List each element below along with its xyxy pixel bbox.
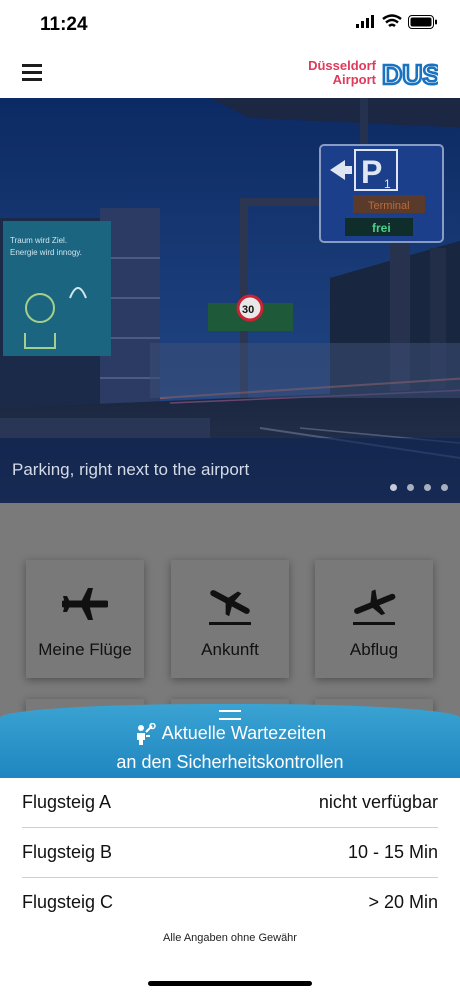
airplane-icon xyxy=(60,588,110,620)
arrival-icon xyxy=(209,590,251,625)
page-dot[interactable] xyxy=(407,484,414,491)
hero-carousel[interactable]: Traum wird Ziel. Energie wird innogy. P … xyxy=(0,98,460,503)
airport-logo: Düsseldorf Airport DUS xyxy=(308,58,438,88)
app-header: Düsseldorf Airport DUS xyxy=(0,48,460,99)
logo-line-2: Airport xyxy=(332,72,376,87)
gate-name: Flugsteig C xyxy=(22,892,114,912)
svg-text:Energie wird innogy.: Energie wird innogy. xyxy=(10,248,82,257)
wait-times-list: Flugsteig A nicht verfügbar Flugsteig B … xyxy=(0,778,460,927)
wait-times-title-line-1: Aktuelle Wartezeiten xyxy=(161,723,327,743)
wait-time-value: > 20 Min xyxy=(368,892,438,912)
drag-handle[interactable] xyxy=(219,710,241,720)
gate-name: Flugsteig B xyxy=(22,842,113,862)
svg-text:1: 1 xyxy=(384,177,391,191)
page-dot[interactable] xyxy=(390,484,397,491)
tile-arrivals[interactable]: Ankunft xyxy=(171,560,289,678)
tile-my-flights[interactable]: Meine Flüge xyxy=(26,560,144,678)
wait-time-value: nicht verfügbar xyxy=(318,792,438,812)
wait-time-value: 10 - 15 Min xyxy=(347,842,438,862)
security-check-icon xyxy=(136,722,156,745)
status-bar: 11:24 xyxy=(0,0,460,48)
departure-icon xyxy=(353,589,396,625)
wait-times-title-line-2: an den Sicherheitskontrollen xyxy=(116,751,344,772)
home-indicator[interactable] xyxy=(148,981,312,986)
svg-text:frei: frei xyxy=(372,221,391,235)
wait-time-row: Flugsteig C > 20 Min xyxy=(22,878,438,927)
svg-text:P: P xyxy=(361,154,382,190)
wifi-icon xyxy=(382,14,402,28)
carousel-caption-band: Parking, right next to the airport xyxy=(0,438,460,503)
tile-departures[interactable]: Abflug xyxy=(315,560,433,678)
gate-name: Flugsteig A xyxy=(22,792,112,812)
battery-icon xyxy=(408,14,437,29)
page-dot[interactable] xyxy=(441,484,448,491)
svg-text:Traum wird Ziel.: Traum wird Ziel. xyxy=(10,236,67,245)
page-dot[interactable] xyxy=(424,484,431,491)
hamburger-menu-button[interactable] xyxy=(22,64,42,82)
carousel-page-indicator[interactable] xyxy=(390,484,448,491)
carousel-caption: Parking, right next to the airport xyxy=(12,460,250,479)
logo-line-1: Düsseldorf xyxy=(308,58,376,73)
tile-label: Ankunft xyxy=(201,640,259,659)
wait-time-row: Flugsteig A nicht verfügbar xyxy=(22,778,438,828)
wait-time-row: Flugsteig B 10 - 15 Min xyxy=(22,828,438,878)
svg-text:DUS: DUS xyxy=(382,59,438,87)
tile-label: Meine Flüge xyxy=(38,640,132,659)
svg-text:Terminal: Terminal xyxy=(368,200,410,212)
disclaimer-text: Alle Angaben ohne Gewähr xyxy=(163,932,297,944)
tile-label: Abflug xyxy=(349,640,399,659)
wait-times-sheet-header[interactable]: Aktuelle Wartezeiten an den Sicherheitsk… xyxy=(0,704,460,778)
status-time: 11:24 xyxy=(40,14,88,35)
svg-text:30: 30 xyxy=(242,304,254,316)
signal-icon xyxy=(356,15,374,28)
dus-logo-icon: DUS xyxy=(382,59,438,87)
